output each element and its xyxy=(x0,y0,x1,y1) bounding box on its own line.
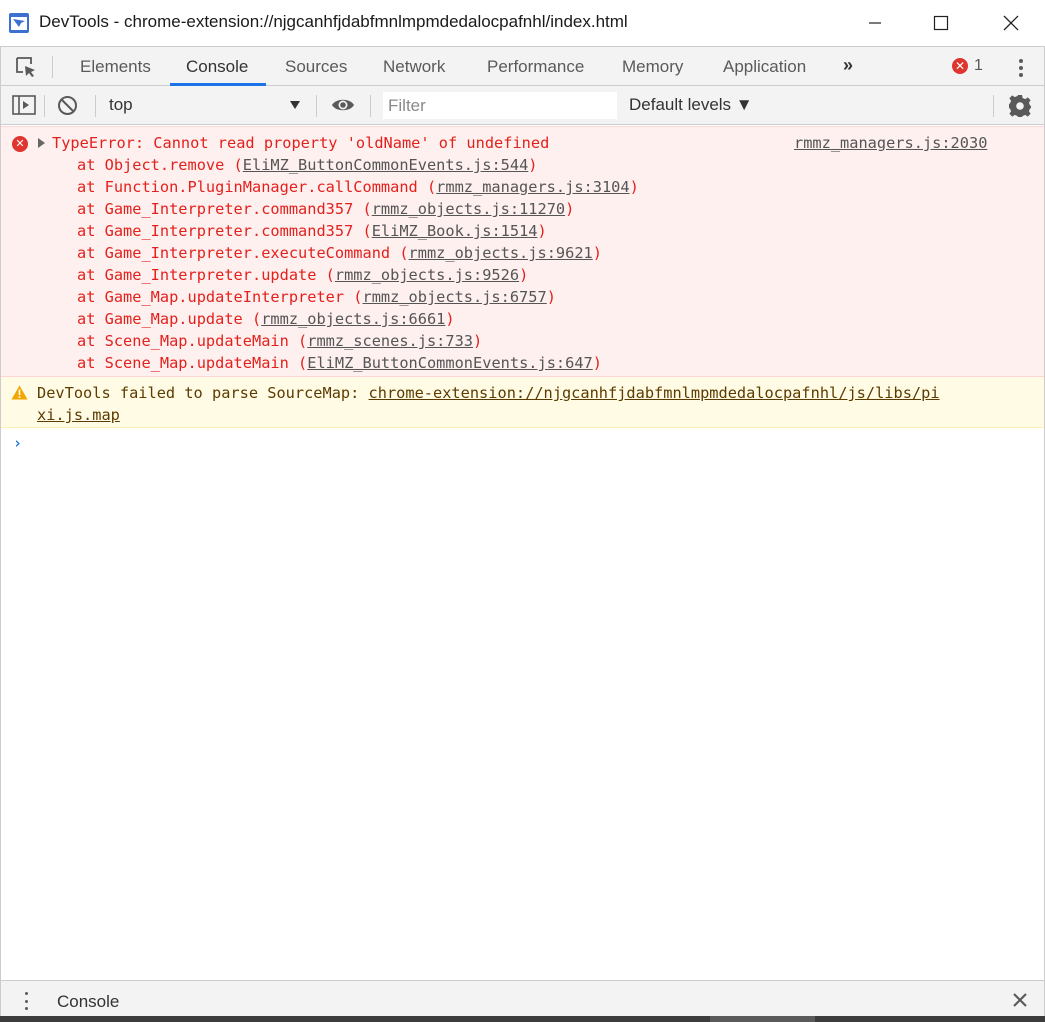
stack-frame: at Game_Interpreter.command357 (rmmz_obj… xyxy=(77,200,574,218)
bottom-drawer: Console xyxy=(0,980,1045,1016)
error-icon: ✕ xyxy=(12,136,28,152)
main-tab-toolbar: Elements Console Sources Network Perform… xyxy=(0,46,1045,86)
stack-frame-suffix: ) xyxy=(565,200,575,218)
toolbar-divider xyxy=(95,95,96,117)
stack-frame: at Object.remove (EliMZ_ButtonCommonEven… xyxy=(77,156,538,174)
stack-frame-text: at Game_Interpreter.command357 ( xyxy=(77,222,372,240)
stack-frame-suffix: ) xyxy=(537,222,547,240)
scroll-thumb xyxy=(710,1016,815,1022)
show-sidebar-icon[interactable] xyxy=(12,95,36,115)
stack-frame: at Game_Map.update (rmmz_objects.js:6661… xyxy=(77,310,455,328)
error-text: TypeError: Cannot read property 'oldName… xyxy=(52,134,550,152)
devtools-app-icon xyxy=(9,13,29,33)
stack-frame-link[interactable]: rmmz_objects.js:9526 xyxy=(335,266,519,284)
maximize-button[interactable] xyxy=(918,0,964,46)
stack-frame-text: at Game_Interpreter.update ( xyxy=(77,266,335,284)
console-warning-message: DevTools failed to parse SourceMap: chro… xyxy=(0,377,1045,428)
stack-frame-suffix: ) xyxy=(473,332,483,350)
eye-icon[interactable] xyxy=(331,96,355,114)
stack-frame-text: at Game_Map.update ( xyxy=(77,310,262,328)
console-toolbar: top Default levels ▼ xyxy=(0,86,1045,125)
stack-frame-link[interactable]: rmmz_managers.js:3104 xyxy=(436,178,629,196)
minimize-button[interactable] xyxy=(852,0,898,46)
inspect-element-icon[interactable] xyxy=(14,55,38,79)
drawer-menu-icon[interactable] xyxy=(23,992,29,1010)
error-count-badge[interactable]: ✕ 1 xyxy=(952,57,983,75)
stack-frame-suffix: ) xyxy=(592,354,602,372)
console-prompt-icon[interactable]: › xyxy=(13,434,22,452)
context-selector[interactable]: top xyxy=(109,95,304,117)
close-drawer-icon[interactable] xyxy=(1010,990,1030,1010)
tab-network[interactable]: Network xyxy=(383,47,445,86)
tab-application[interactable]: Application xyxy=(723,47,806,86)
error-source-link[interactable]: rmmz_managers.js:2030 xyxy=(794,134,987,152)
stack-frame: at Game_Interpreter.executeCommand (rmmz… xyxy=(77,244,602,262)
expand-triangle-icon[interactable] xyxy=(38,138,45,148)
error-icon: ✕ xyxy=(952,58,968,74)
more-tabs-chevron-icon[interactable]: » xyxy=(843,55,853,76)
stack-frame-link[interactable]: EliMZ_ButtonCommonEvents.js:647 xyxy=(307,354,593,372)
gear-icon[interactable] xyxy=(1008,94,1032,118)
stack-frame: at Game_Map.updateInterpreter (rmmz_obje… xyxy=(77,288,556,306)
stack-frame-link[interactable]: EliMZ_Book.js:1514 xyxy=(372,222,538,240)
taskbar-strip xyxy=(0,1016,1045,1022)
warning-text-line1: DevTools failed to parse SourceMap: chro… xyxy=(37,384,940,402)
tab-sources[interactable]: Sources xyxy=(285,47,347,86)
stack-frame-link[interactable]: rmmz_objects.js:9621 xyxy=(409,244,593,262)
tab-console[interactable]: Console xyxy=(186,47,248,86)
stack-frame-text: at Scene_Map.updateMain ( xyxy=(77,354,308,372)
warning-text-line2: xi.js.map xyxy=(37,406,120,424)
sourcemap-link[interactable]: chrome-extension://njgcanhfjdabfmnlmpmde… xyxy=(369,384,940,402)
stack-frame-suffix: ) xyxy=(519,266,529,284)
stack-frame-link[interactable]: rmmz_objects.js:6661 xyxy=(261,310,445,328)
toolbar-divider xyxy=(316,95,317,117)
stack-frame-suffix: ) xyxy=(629,178,639,196)
tab-memory[interactable]: Memory xyxy=(622,47,683,86)
stack-frame-suffix: ) xyxy=(546,288,556,306)
stack-frame: at Game_Interpreter.command357 (EliMZ_Bo… xyxy=(77,222,547,240)
close-window-button[interactable] xyxy=(988,0,1034,46)
tab-performance[interactable]: Performance xyxy=(487,47,584,86)
log-levels-dropdown[interactable]: Default levels ▼ xyxy=(629,95,753,115)
toolbar-divider xyxy=(370,95,371,117)
console-error-message: ✕ TypeError: Cannot read property 'oldNa… xyxy=(0,126,1045,377)
filter-input[interactable] xyxy=(383,92,617,119)
window-title-bar: DevTools - chrome-extension://njgcanhfjd… xyxy=(0,0,1045,46)
stack-frame: at Function.PluginManager.callCommand (r… xyxy=(77,178,639,196)
stack-frame-suffix: ) xyxy=(528,156,538,174)
window-title: DevTools - chrome-extension://njgcanhfjd… xyxy=(39,12,628,31)
stack-frame: at Scene_Map.updateMain (rmmz_scenes.js:… xyxy=(77,332,482,350)
stack-frame: at Scene_Map.updateMain (EliMZ_ButtonCom… xyxy=(77,354,602,372)
sourcemap-link-continued[interactable]: xi.js.map xyxy=(37,406,120,424)
stack-frame-text: at Object.remove ( xyxy=(77,156,243,174)
stack-frame-link[interactable]: EliMZ_ButtonCommonEvents.js:544 xyxy=(243,156,529,174)
customize-menu-icon[interactable] xyxy=(1014,57,1028,79)
stack-frame-text: at Game_Map.updateInterpreter ( xyxy=(77,288,363,306)
stack-frame-text: at Game_Interpreter.command357 ( xyxy=(77,200,372,218)
stack-frame: at Game_Interpreter.update (rmmz_objects… xyxy=(77,266,528,284)
warning-icon xyxy=(11,385,28,400)
stack-frame-suffix: ) xyxy=(592,244,602,262)
stack-frame-suffix: ) xyxy=(445,310,455,328)
stack-frame-link[interactable]: rmmz_objects.js:11270 xyxy=(372,200,565,218)
window-border xyxy=(0,46,1,1016)
toolbar-divider xyxy=(52,56,53,78)
error-count: 1 xyxy=(974,57,983,74)
maximize-icon xyxy=(933,15,949,31)
stack-frame-text: at Scene_Map.updateMain ( xyxy=(77,332,308,350)
minimize-icon xyxy=(869,22,881,24)
toolbar-divider xyxy=(993,95,994,117)
drawer-tab-console[interactable]: Console xyxy=(57,992,119,1012)
close-icon xyxy=(1003,15,1019,31)
toolbar-divider xyxy=(44,95,45,117)
stack-frame-text: at Function.PluginManager.callCommand ( xyxy=(77,178,437,196)
chevron-down-icon xyxy=(290,101,300,109)
warning-text: DevTools failed to parse SourceMap: xyxy=(37,384,369,402)
clear-console-icon[interactable] xyxy=(57,95,78,116)
stack-frame-text: at Game_Interpreter.executeCommand ( xyxy=(77,244,409,262)
stack-frame-link[interactable]: rmmz_scenes.js:733 xyxy=(307,332,473,350)
tab-elements[interactable]: Elements xyxy=(80,47,151,86)
stack-frame-link[interactable]: rmmz_objects.js:6757 xyxy=(363,288,547,306)
